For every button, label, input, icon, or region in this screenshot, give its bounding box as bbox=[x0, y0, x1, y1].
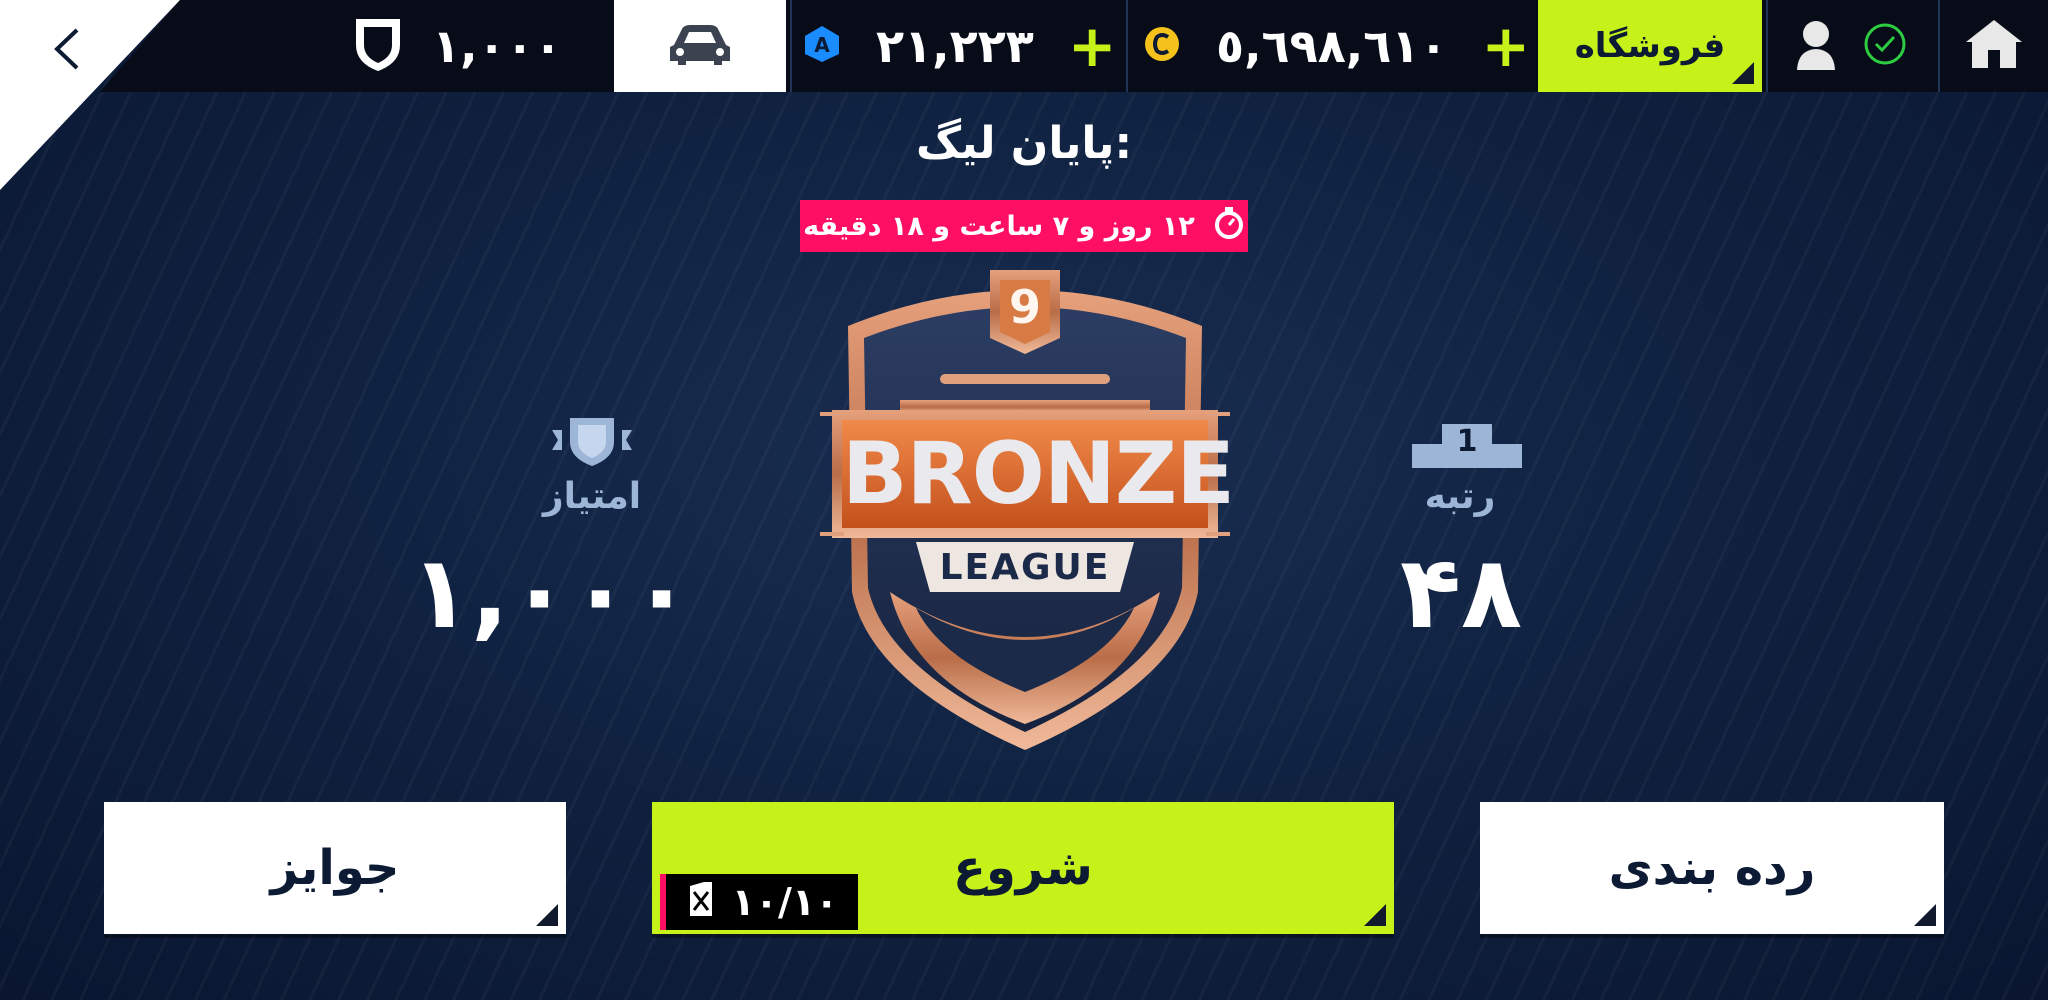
points-shield-icon bbox=[548, 412, 636, 470]
car-icon bbox=[664, 21, 736, 71]
league-end-title: پایان لیگ: bbox=[915, 118, 1133, 169]
league-points-display: ١,٠٠٠ bbox=[300, 0, 612, 92]
points-label: امتیاز bbox=[542, 476, 642, 517]
fuel-icon bbox=[686, 878, 716, 927]
prizes-button[interactable]: جوایز bbox=[104, 802, 566, 934]
buy-tokens-plus-icon[interactable]: + bbox=[1068, 17, 1117, 75]
start-label: شروع bbox=[953, 840, 1093, 896]
check-circle-icon bbox=[1862, 21, 1908, 71]
credits-display: ٥,٦٩٨,٦١٠ + bbox=[1126, 0, 1534, 92]
badge-subtitle: LEAGUE bbox=[939, 547, 1111, 588]
league-time-left: ١٢ روز و ٧ ساعت و ١٨ دقیقه bbox=[803, 210, 1195, 242]
corner-triangle-icon bbox=[1364, 904, 1386, 926]
rank-label: رتبه bbox=[1424, 476, 1496, 517]
podium-icon: 1 bbox=[1412, 420, 1522, 468]
fuel-indicator: ١٠/١٠ bbox=[660, 874, 858, 930]
corner-triangle-icon bbox=[1914, 904, 1936, 926]
tokens-value: ٢١,٢٢٣ bbox=[876, 19, 1034, 73]
home-icon bbox=[1962, 16, 2026, 76]
league-points-value: ١,٠٠٠ bbox=[432, 19, 562, 73]
points-value: ١,٠٠٠ bbox=[409, 534, 692, 651]
shop-button[interactable]: فروشگاه bbox=[1538, 0, 1762, 92]
shield-icon bbox=[350, 13, 406, 79]
profile-button[interactable] bbox=[1766, 0, 1934, 92]
corner-triangle-icon bbox=[536, 904, 558, 926]
bronze-league-badge: 9 BRONZE LEAGUE bbox=[820, 262, 1235, 754]
ranking-button[interactable]: رده بندی bbox=[1480, 802, 1944, 934]
league-timer: ١٢ روز و ٧ ساعت و ١٨ دقیقه bbox=[800, 200, 1248, 252]
ranking-label: رده بندی bbox=[1608, 840, 1816, 896]
buy-credits-plus-icon[interactable]: + bbox=[1481, 17, 1530, 75]
token-icon: A bbox=[802, 24, 842, 68]
prizes-label: جوایز bbox=[270, 840, 400, 896]
rank-value: ۴٨ bbox=[1400, 534, 1523, 651]
fuel-value: ١٠/١٠ bbox=[731, 880, 839, 924]
credits-value: ٥,٦٩٨,٦١٠ bbox=[1216, 19, 1448, 73]
corner-triangle-icon bbox=[1732, 62, 1754, 84]
badge-title: BRONZE bbox=[842, 424, 1235, 524]
tokens-display: A ٢١,٢٢٣ + bbox=[790, 0, 1122, 92]
credit-icon bbox=[1142, 24, 1182, 68]
home-button[interactable] bbox=[1938, 0, 2048, 92]
profile-icon bbox=[1794, 16, 1838, 76]
garage-tab[interactable] bbox=[614, 0, 786, 92]
svg-text:A: A bbox=[814, 33, 830, 57]
badge-number: 9 bbox=[1008, 280, 1041, 334]
shop-label: فروشگاه bbox=[1574, 26, 1726, 66]
stopwatch-icon bbox=[1213, 206, 1245, 247]
podium-number: 1 bbox=[1456, 424, 1478, 459]
back-chevron-icon[interactable] bbox=[46, 24, 86, 74]
